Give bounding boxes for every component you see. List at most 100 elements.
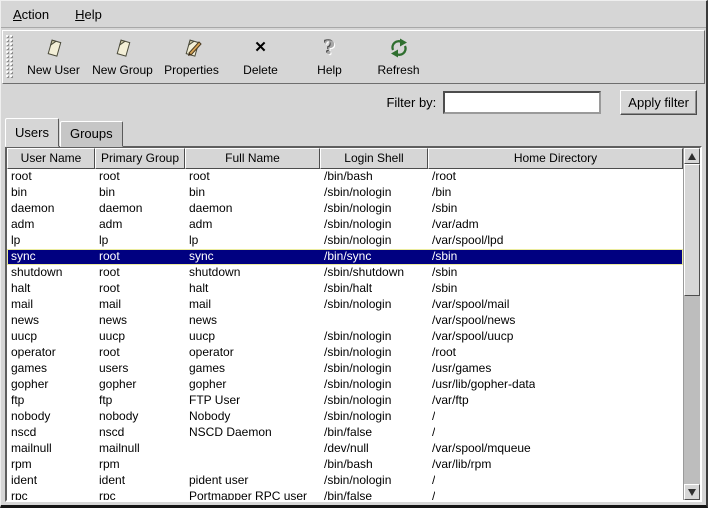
cell: gopher [185,377,320,393]
table-row-lp[interactable]: lplplp/sbin/nologin/var/spool/lpd [7,233,683,249]
cell: daemon [95,201,185,217]
cell: Portmapper RPC user [185,489,320,500]
cell: /var/spool/news [428,313,515,329]
column-header-login-shell[interactable]: Login Shell [320,148,428,169]
table-row-adm[interactable]: admadmadm/sbin/nologin/var/adm [7,217,683,233]
new-user-button[interactable]: New User [19,33,88,81]
table-row-mail[interactable]: mailmailmail/sbin/nologin/var/spool/mail [7,297,683,313]
scroll-up-button[interactable] [684,148,700,164]
cell: /var/ftp [428,393,469,409]
cell: / [428,409,435,425]
cell: nobody [95,409,185,425]
delete-button[interactable]: ✕Delete [226,33,295,81]
table-row-nobody[interactable]: nobodynobodyNobody/sbin/nologin/ [7,409,683,425]
column-header-home-directory[interactable]: Home Directory [428,148,683,169]
tool-button-label: New Group [92,63,153,77]
table-row-nscd[interactable]: nscdnscdNSCD Daemon/bin/false/ [7,425,683,441]
toolbar: New User New Group Properties ✕Delete?Help R… [2,30,705,84]
table-row-root[interactable]: rootrootroot/bin/bash/root [7,169,683,185]
table-row-mailnull[interactable]: mailnullmailnull/dev/null/var/spool/mque… [7,441,683,457]
scroll-down-button[interactable] [684,484,700,500]
tool-button-label: Properties [164,63,219,77]
new-group-button[interactable]: New Group [88,33,157,81]
cell: shutdown [185,265,320,281]
cell: /var/spool/lpd [428,233,503,249]
vertical-scrollbar[interactable] [683,148,700,500]
cell: operator [185,345,320,361]
cell: /bin/bash [320,457,428,473]
cell: /bin/false [320,425,428,441]
user-manager-window: Action Help New User New Group Properties ✕… [0,0,708,508]
cell: halt [185,281,320,297]
table-row-news[interactable]: newsnewsnews/var/spool/news [7,313,683,329]
cell: nscd [7,425,95,441]
cell: /sbin/nologin [320,297,428,313]
cell: /usr/lib/gopher-data [428,377,535,393]
help-button[interactable]: ?Help [295,33,364,81]
cell: rpm [7,457,95,473]
table-row-sync[interactable]: syncrootsync/bin/sync/sbin [7,249,683,265]
arrow-down-icon [688,489,696,496]
cell: /bin/false [320,489,428,500]
table-row-shutdown[interactable]: shutdownrootshutdown/sbin/shutdown/sbin [7,265,683,281]
cell: /var/spool/mqueue [428,441,531,457]
scrollbar-thumb[interactable] [684,164,700,296]
cell: sync [185,249,320,265]
table-row-games[interactable]: gamesusersgames/sbin/nologin/usr/games [7,361,683,377]
tab-groups[interactable]: Groups [60,121,123,147]
cell: mail [185,297,320,313]
toolbar-grip-handle[interactable] [6,35,14,79]
cell: lp [95,233,185,249]
tool-button-label: New User [27,63,80,77]
table-row-daemon[interactable]: daemondaemondaemon/sbin/nologin/sbin [7,201,683,217]
cell: adm [95,217,185,233]
cell: root [95,249,185,265]
cell: lp [7,233,95,249]
table-row-ident[interactable]: identidentpident user/sbin/nologin/ [7,473,683,489]
new-group-icon [111,35,135,61]
table-row-gopher[interactable]: gophergophergopher/sbin/nologin/usr/lib/… [7,377,683,393]
cell: NSCD Daemon [185,425,320,441]
menu-action[interactable]: Action [9,4,53,25]
table-row-halt[interactable]: haltroothalt/sbin/halt/sbin [7,281,683,297]
tool-button-label: Delete [243,63,278,77]
cell: /sbin [428,265,457,281]
cell: /sbin/nologin [320,185,428,201]
apply-filter-button[interactable]: Apply filter [620,90,697,115]
menu-help[interactable]: Help [71,4,106,25]
cell: gopher [7,377,95,393]
cell: ftp [7,393,95,409]
cell: mailnull [95,441,185,457]
table-row-ftp[interactable]: ftpftpFTP User/sbin/nologin/var/ftp [7,393,683,409]
filter-input[interactable] [443,91,601,114]
cell: /sbin/nologin [320,473,428,489]
table-row-rpm[interactable]: rpmrpm/bin/bash/var/lib/rpm [7,457,683,473]
cell: /sbin/nologin [320,409,428,425]
cell: /var/adm [428,217,479,233]
cell: nobody [7,409,95,425]
scrollbar-track[interactable] [684,164,700,484]
table-row-bin[interactable]: binbinbin/sbin/nologin/bin [7,185,683,201]
cell: /sbin/nologin [320,377,428,393]
cell: games [7,361,95,377]
table-row-uucp[interactable]: uucpuucpuucp/sbin/nologin/var/spool/uucp [7,329,683,345]
cell: /sbin/halt [320,281,428,297]
cell: daemon [185,201,320,217]
column-header-full-name[interactable]: Full Name [185,148,320,169]
tool-button-label: Refresh [377,63,419,77]
cell: rpm [95,457,185,473]
table-row-operator[interactable]: operatorrootoperator/sbin/nologin/root [7,345,683,361]
refresh-button[interactable]: Refresh [364,33,433,81]
cell: /sbin/nologin [320,233,428,249]
cell: /bin [428,185,451,201]
tab-users[interactable]: Users [5,118,59,147]
table-header-row: User NamePrimary GroupFull NameLogin She… [7,148,683,169]
cell: nscd [95,425,185,441]
table-row-rpc[interactable]: rpcrpcPortmapper RPC user/bin/false/ [7,489,683,500]
cell: root [95,345,185,361]
column-header-user-name[interactable]: User Name [7,148,95,169]
cell: rpc [95,489,185,500]
column-header-primary-group[interactable]: Primary Group [95,148,185,169]
toolbar-buttons: New User New Group Properties ✕Delete?Help R… [19,33,433,81]
properties-button[interactable]: Properties [157,33,226,81]
